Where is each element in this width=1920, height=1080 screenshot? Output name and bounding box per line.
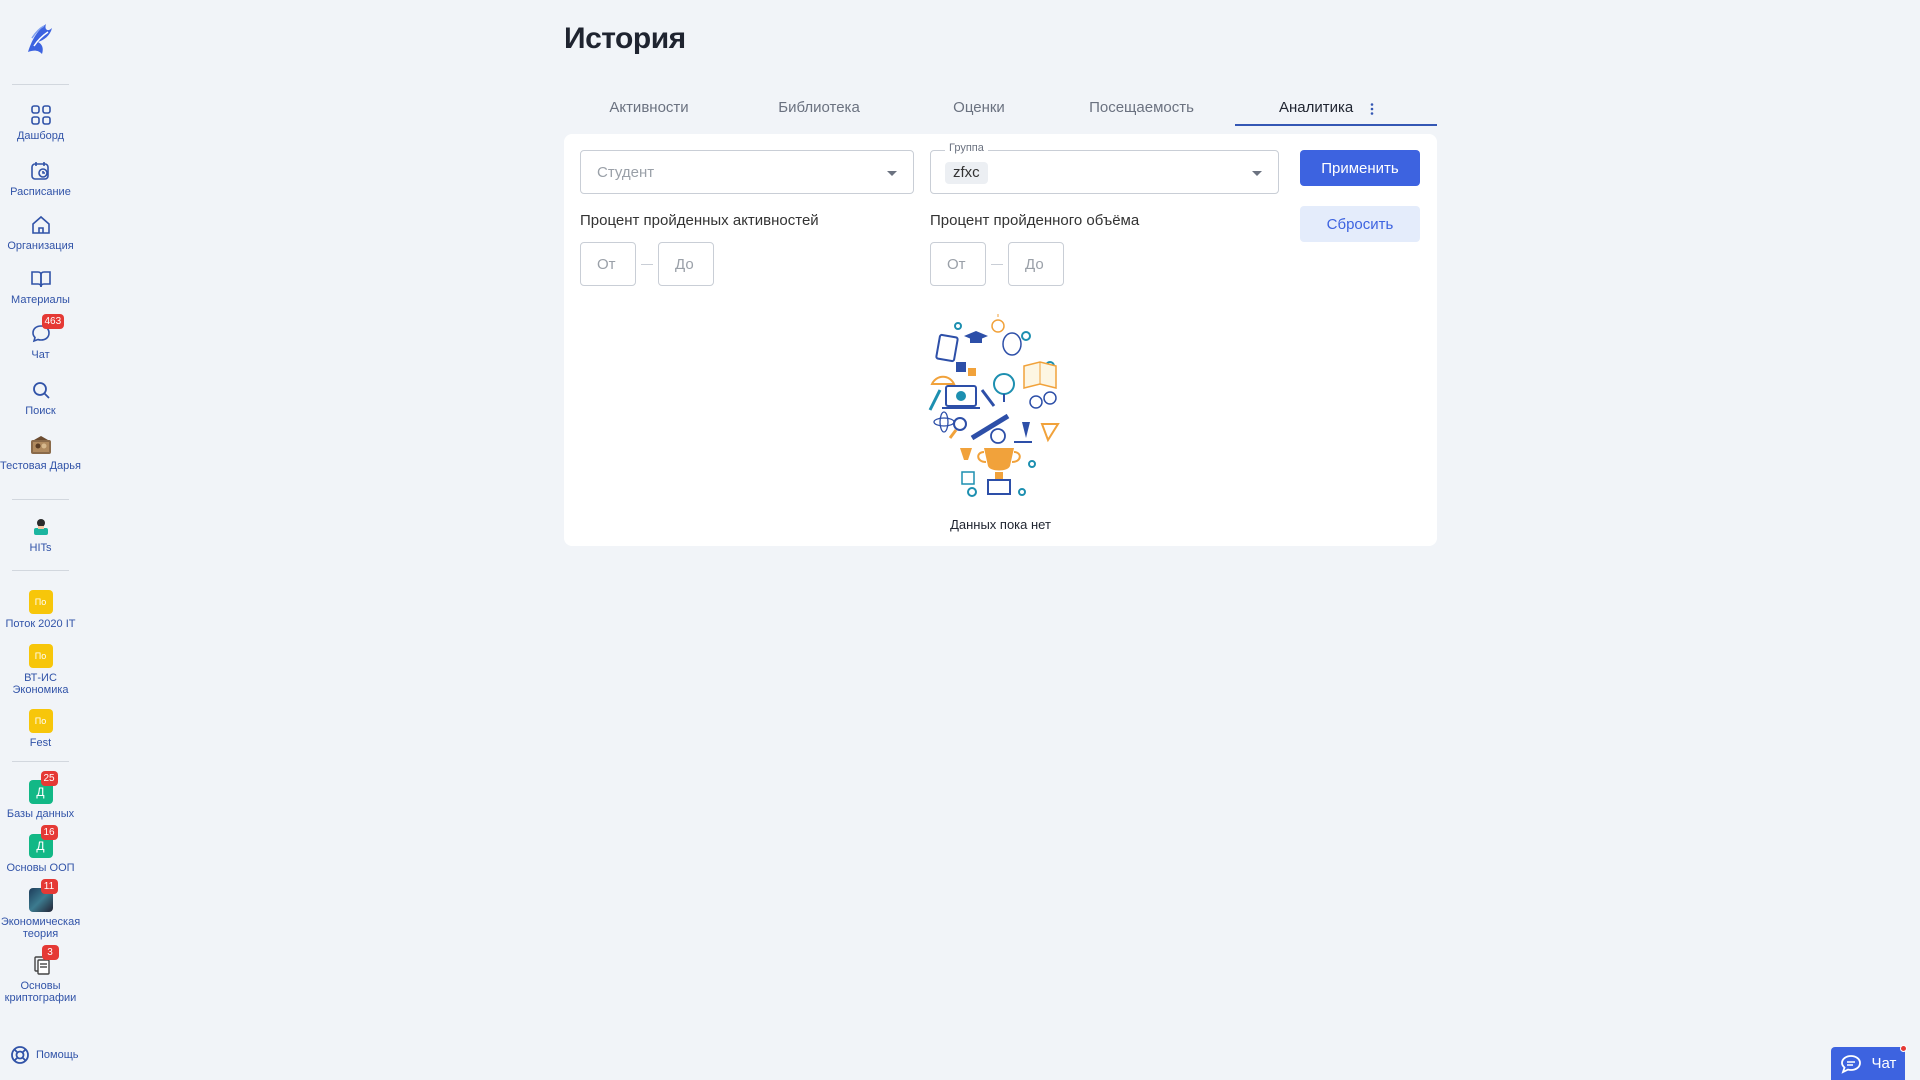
- lifebuoy-icon: [11, 1046, 29, 1064]
- more-vertical-icon[interactable]: [1366, 102, 1378, 116]
- course-initials: Д: [36, 839, 45, 853]
- sidebar-divider: [12, 499, 69, 500]
- book-icon: [30, 268, 52, 290]
- sidebar-item-oop-basics[interactable]: Д 16 Основы ООП: [0, 825, 81, 874]
- sidebar-item-label: Организация: [7, 240, 74, 252]
- sidebar-item-label: HITs: [29, 542, 52, 554]
- sidebar-divider: [12, 570, 69, 571]
- tab-grades[interactable]: Оценки: [904, 92, 1054, 126]
- course-unread-badge: 11: [40, 879, 58, 894]
- home-icon: [30, 214, 52, 236]
- tab-analytics[interactable]: Аналитика: [1235, 92, 1437, 126]
- activities-to-input[interactable]: [658, 242, 714, 286]
- course-unread-badge: 16: [40, 825, 58, 840]
- tab-library[interactable]: Библиотека: [734, 92, 904, 126]
- sidebar-item-hits[interactable]: HITs: [0, 516, 81, 554]
- sidebar-item-label: Основы криптографии: [4, 980, 77, 1004]
- course-unread-badge: 3: [41, 945, 59, 960]
- analytics-card: Студент Группа zfxc Применить Сбросить П…: [564, 134, 1437, 546]
- volume-to-input[interactable]: [1008, 242, 1064, 286]
- sidebar-item-schedule[interactable]: Расписание: [0, 160, 81, 198]
- sidebar-item-label: Материалы: [11, 294, 70, 306]
- sidebar-divider: [12, 761, 69, 762]
- sidebar-item-label: Поиск: [25, 405, 56, 417]
- chat-widget-button[interactable]: Чат: [1831, 1045, 1907, 1080]
- page-title: История: [564, 22, 686, 55]
- documents-icon: 3: [30, 945, 59, 976]
- chat-icon: 463: [30, 314, 65, 345]
- range-dash: [641, 264, 653, 265]
- activities-from-input[interactable]: [580, 242, 636, 286]
- course-initials-avatar: Д 25: [28, 771, 58, 804]
- course-initials-avatar: Д 16: [28, 825, 58, 858]
- tab-activities[interactable]: Активности: [564, 92, 734, 126]
- avatar-image: [30, 434, 52, 456]
- chat-bubble-icon: [1840, 1054, 1861, 1074]
- education-illustration: [928, 314, 1068, 498]
- sidebar-item-stream-2020-it[interactable]: По Поток 2020 IT: [0, 590, 81, 630]
- activities-percent-label: Процент пройденных активностей: [580, 212, 819, 229]
- sidebar: Дашборд Расписание Организация Материалы: [0, 0, 81, 1080]
- sidebar-item-label: Чат: [31, 349, 50, 361]
- sidebar-item-chat[interactable]: 463 Чат: [0, 314, 81, 361]
- sidebar-item-vt-is-economics[interactable]: По ВТ-ИС Экономика: [0, 644, 81, 696]
- chevron-down-icon: [1252, 171, 1262, 176]
- student-select[interactable]: Студент: [580, 150, 914, 194]
- course-initials-avatar: По: [28, 644, 53, 668]
- range-dash: [991, 264, 1003, 265]
- tab-attendance[interactable]: Посещаемость: [1054, 92, 1229, 126]
- chat-unread-badge: 463: [41, 314, 65, 329]
- sidebar-item-materials[interactable]: Материалы: [0, 268, 81, 306]
- sidebar-item-label: Расписание: [10, 186, 71, 198]
- volume-percent-label: Процент пройденного объёма: [930, 212, 1140, 229]
- sidebar-item-cryptography[interactable]: 3 Основы криптографии: [0, 945, 81, 1004]
- course-initials-avatar: По: [28, 709, 53, 733]
- grid-icon: [30, 104, 52, 126]
- notification-dot: [1900, 1045, 1907, 1052]
- sidebar-item-label: Базы данных: [6, 808, 75, 820]
- chat-widget-label: Чат: [1871, 1055, 1897, 1072]
- sidebar-item-label: Поток 2020 IT: [5, 618, 76, 630]
- sidebar-item-dashboard[interactable]: Дашборд: [0, 104, 81, 142]
- sidebar-item-label: Основы ООП: [6, 862, 75, 874]
- sidebar-item-organization[interactable]: Организация: [0, 214, 81, 252]
- group-select[interactable]: Группа zfxc: [930, 142, 1279, 194]
- sidebar-item-search[interactable]: Поиск: [0, 379, 81, 417]
- chevron-down-icon: [887, 171, 897, 176]
- hits-logo: [30, 516, 52, 538]
- group-select-label: Группа: [945, 142, 988, 154]
- apply-button[interactable]: Применить: [1300, 150, 1420, 186]
- search-icon: [30, 379, 52, 401]
- reset-button[interactable]: Сбросить: [1300, 206, 1420, 242]
- sidebar-item-label: Fest: [29, 737, 52, 749]
- app-logo-icon[interactable]: [22, 18, 58, 58]
- course-unread-badge: 25: [40, 771, 58, 786]
- sidebar-divider: [12, 84, 69, 85]
- student-select-placeholder: Студент: [597, 164, 655, 181]
- sidebar-item-label: Дашборд: [16, 130, 65, 142]
- course-initials: Д: [36, 785, 45, 799]
- empty-state-text: Данных пока нет: [950, 517, 1051, 532]
- course-initials-avatar: По: [28, 590, 53, 614]
- sidebar-item-label: ВТ-ИС Экономика: [12, 672, 69, 696]
- tab-analytics-label: Аналитика: [1279, 99, 1354, 116]
- sidebar-item-test-darya[interactable]: Тестовая Дарья: [0, 434, 81, 472]
- tab-bar: Активности Библиотека Оценки Посещаемост…: [564, 92, 1437, 126]
- help-button[interactable]: Помощь: [10, 1045, 79, 1065]
- volume-from-input[interactable]: [930, 242, 986, 286]
- sidebar-item-fest[interactable]: По Fest: [0, 709, 81, 749]
- sidebar-item-databases[interactable]: Д 25 Базы данных: [0, 771, 81, 820]
- group-chip[interactable]: zfxc: [945, 162, 988, 184]
- help-label: Помощь: [36, 1049, 79, 1061]
- course-image: 11: [28, 879, 58, 912]
- sidebar-item-economic-theory[interactable]: 11 Экономическая теория: [0, 879, 81, 940]
- sidebar-item-label: Экономическая теория: [0, 916, 81, 940]
- calendar-clock-icon: [30, 160, 52, 182]
- sidebar-item-label: Тестовая Дарья: [0, 460, 81, 472]
